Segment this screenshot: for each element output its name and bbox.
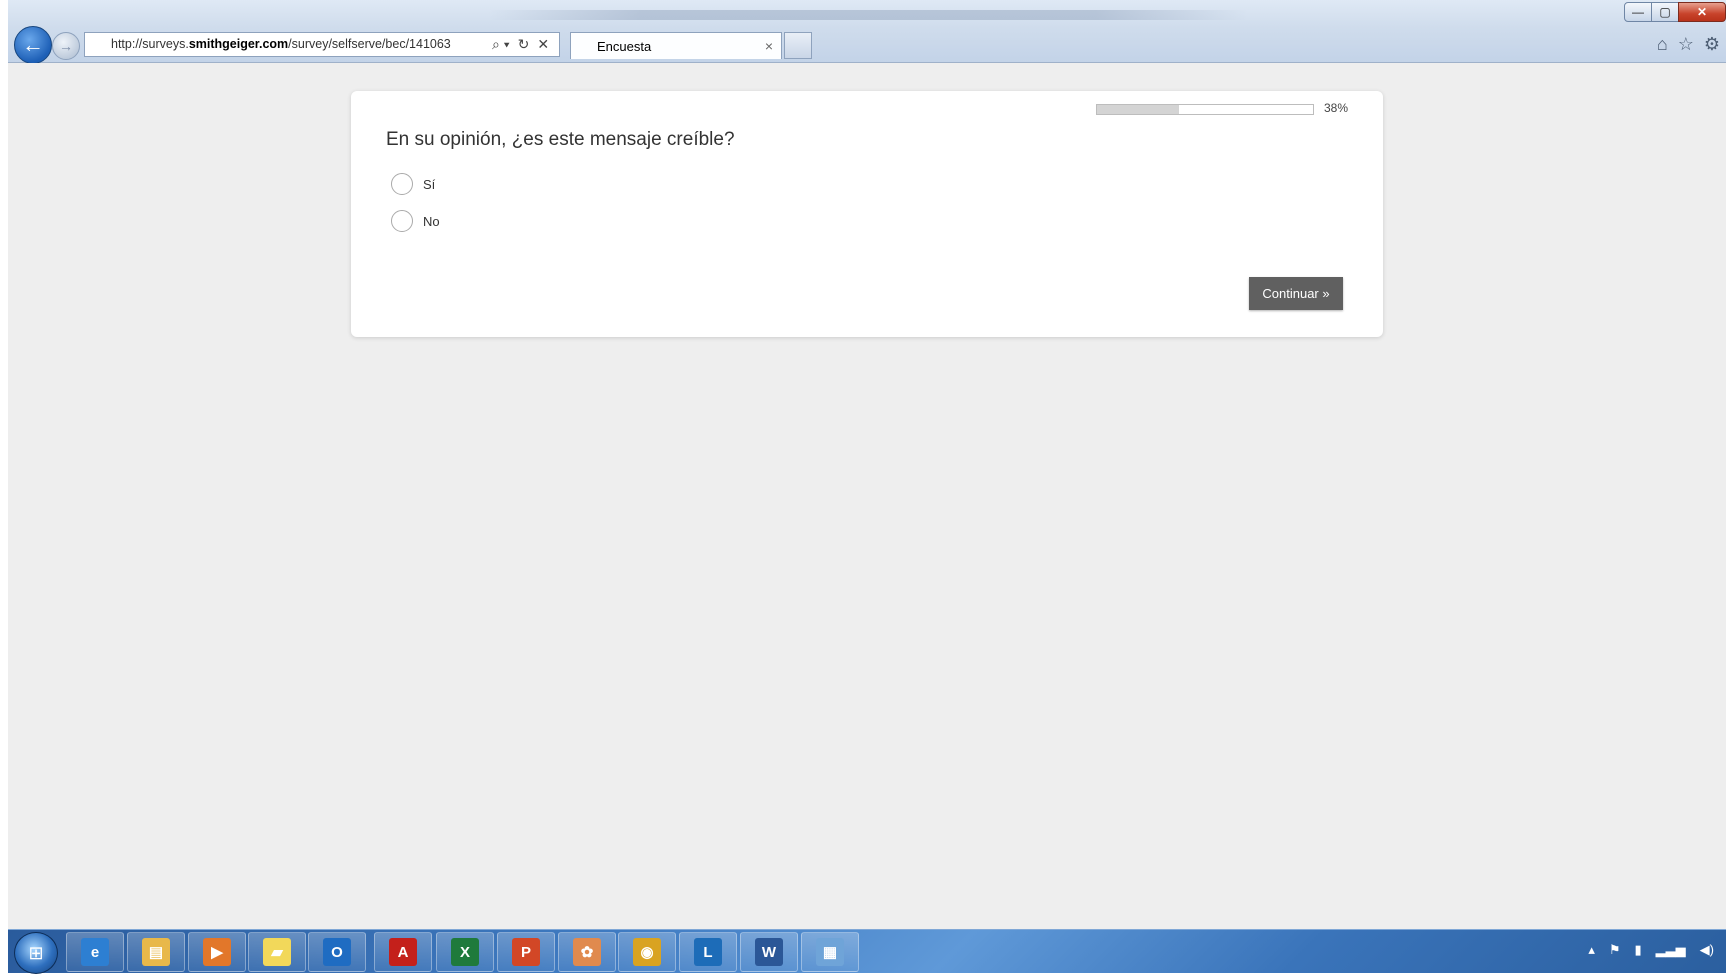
continue-button[interactable]: Continuar » [1249, 277, 1343, 310]
close-window-button[interactable]: ✕ [1678, 2, 1726, 22]
powerpoint-icon: P [512, 938, 540, 966]
radio-no[interactable] [391, 210, 413, 232]
acrobat-icon: A [389, 938, 417, 966]
excel-icon: X [451, 938, 479, 966]
internet-explorer-icon: e [81, 938, 109, 966]
start-button[interactable]: ⊞ [14, 932, 58, 974]
option-si-label: Sí [423, 176, 436, 192]
taskbar-app-chrome[interactable]: ◉ [618, 932, 676, 972]
page-background: 38% En su opinión, ¿es este mensaje creí… [8, 63, 1726, 929]
tab-close-icon[interactable]: × [765, 33, 773, 60]
taskbar-app-app-orange[interactable]: ✿ [558, 932, 616, 972]
maximize-button[interactable]: ▢ [1651, 2, 1679, 22]
favorites-star-icon[interactable]: ☆ [1678, 34, 1694, 55]
taskbar-app-media-player[interactable]: ▶ [188, 932, 246, 972]
taskbar-app-lync[interactable]: L [679, 932, 737, 972]
remote-desktop-icon: ▦ [816, 938, 844, 966]
url-domain: smithgeiger.com [188, 37, 289, 51]
lync-icon: L [694, 938, 722, 966]
back-button[interactable]: ← [14, 26, 52, 64]
progress-label: 38% [1324, 101, 1349, 115]
address-bar[interactable]: http://surveys.smithgeiger.com/survey/se… [84, 32, 560, 57]
minimize-icon: — [1632, 5, 1644, 19]
address-tools: ⌕ ▾ ↻ ✕ [492, 33, 549, 56]
taskbar-app-powerpoint[interactable]: P [497, 932, 555, 972]
taskbar-app-outlook[interactable]: O [308, 932, 366, 972]
tab-encuesta[interactable]: Encuesta × [570, 32, 782, 59]
sticky-notes-icon: ▰ [263, 938, 291, 966]
windows-logo-icon: ⊞ [28, 942, 44, 963]
word-icon: W [755, 938, 783, 966]
taskbar: ⊞ e ▤ ▶ ▰ O A X P ✿ ◉ L W ▦ ▴ ⚑ ▮ ▂▃▅ ◀) [8, 929, 1726, 974]
refresh-icon[interactable]: ↻ [518, 33, 530, 56]
radio-si[interactable] [391, 173, 413, 195]
taskbar-app-word[interactable]: W [740, 932, 798, 972]
minimize-button[interactable]: — [1624, 2, 1652, 22]
back-arrow-icon: ← [22, 32, 44, 57]
tab-title: Encuesta [597, 39, 652, 54]
browser-toolbar-icons: ⌂ ☆ ⚙ [1657, 34, 1720, 55]
media-player-icon: ▶ [203, 938, 231, 966]
progress-bar-fill [1097, 105, 1180, 114]
taskbar-app-remote-desktop[interactable]: ▦ [801, 932, 859, 972]
taskbar-app-sticky-notes[interactable]: ▰ [248, 932, 306, 972]
option-no-label: No [423, 213, 440, 229]
file-explorer-icon: ▤ [142, 938, 170, 966]
system-tray: ▴ ⚑ ▮ ▂▃▅ ◀) [1588, 942, 1714, 958]
window-title [488, 10, 1248, 20]
browser-chrome: ← → http://surveys.smithgeiger.com/surve… [8, 0, 1726, 64]
outlook-icon: O [323, 938, 351, 966]
taskbar-app-acrobat[interactable]: A [374, 932, 432, 972]
home-icon[interactable]: ⌂ [1657, 34, 1668, 55]
signal-icon[interactable]: ▂▃▅ [1656, 942, 1686, 958]
forward-arrow-icon: → [59, 38, 73, 54]
url-path: /survey/selfserve/bec/141063 [288, 37, 451, 51]
option-si[interactable]: Sí [391, 173, 435, 195]
show-hidden-icons-icon[interactable]: ▴ [1588, 942, 1595, 958]
action-center-flag-icon[interactable]: ⚑ [1609, 942, 1621, 958]
battery-icon[interactable]: ▮ [1635, 942, 1642, 958]
new-tab-button[interactable] [784, 32, 812, 59]
taskbar-app-excel[interactable]: X [436, 932, 494, 972]
taskbar-app-internet-explorer[interactable]: e [66, 932, 124, 972]
stop-icon[interactable]: ✕ [537, 33, 549, 56]
forward-button[interactable]: → [52, 32, 80, 60]
chrome-icon: ◉ [633, 938, 661, 966]
volume-icon[interactable]: ◀) [1700, 942, 1714, 958]
maximize-icon: ▢ [1659, 5, 1671, 19]
survey-card: 38% En su opinión, ¿es este mensaje creí… [351, 91, 1383, 337]
taskbar-app-file-explorer[interactable]: ▤ [127, 932, 185, 972]
settings-gear-icon[interactable]: ⚙ [1704, 34, 1720, 55]
close-icon: ✕ [1696, 5, 1708, 19]
app-orange-icon: ✿ [573, 938, 601, 966]
url-prefix: http://surveys. [111, 37, 189, 51]
progress-bar [1096, 104, 1314, 115]
search-icon[interactable]: ⌕ ▾ [492, 33, 510, 56]
option-no[interactable]: No [391, 210, 440, 232]
question-text: En su opinión, ¿es este mensaje creíble? [386, 129, 735, 150]
